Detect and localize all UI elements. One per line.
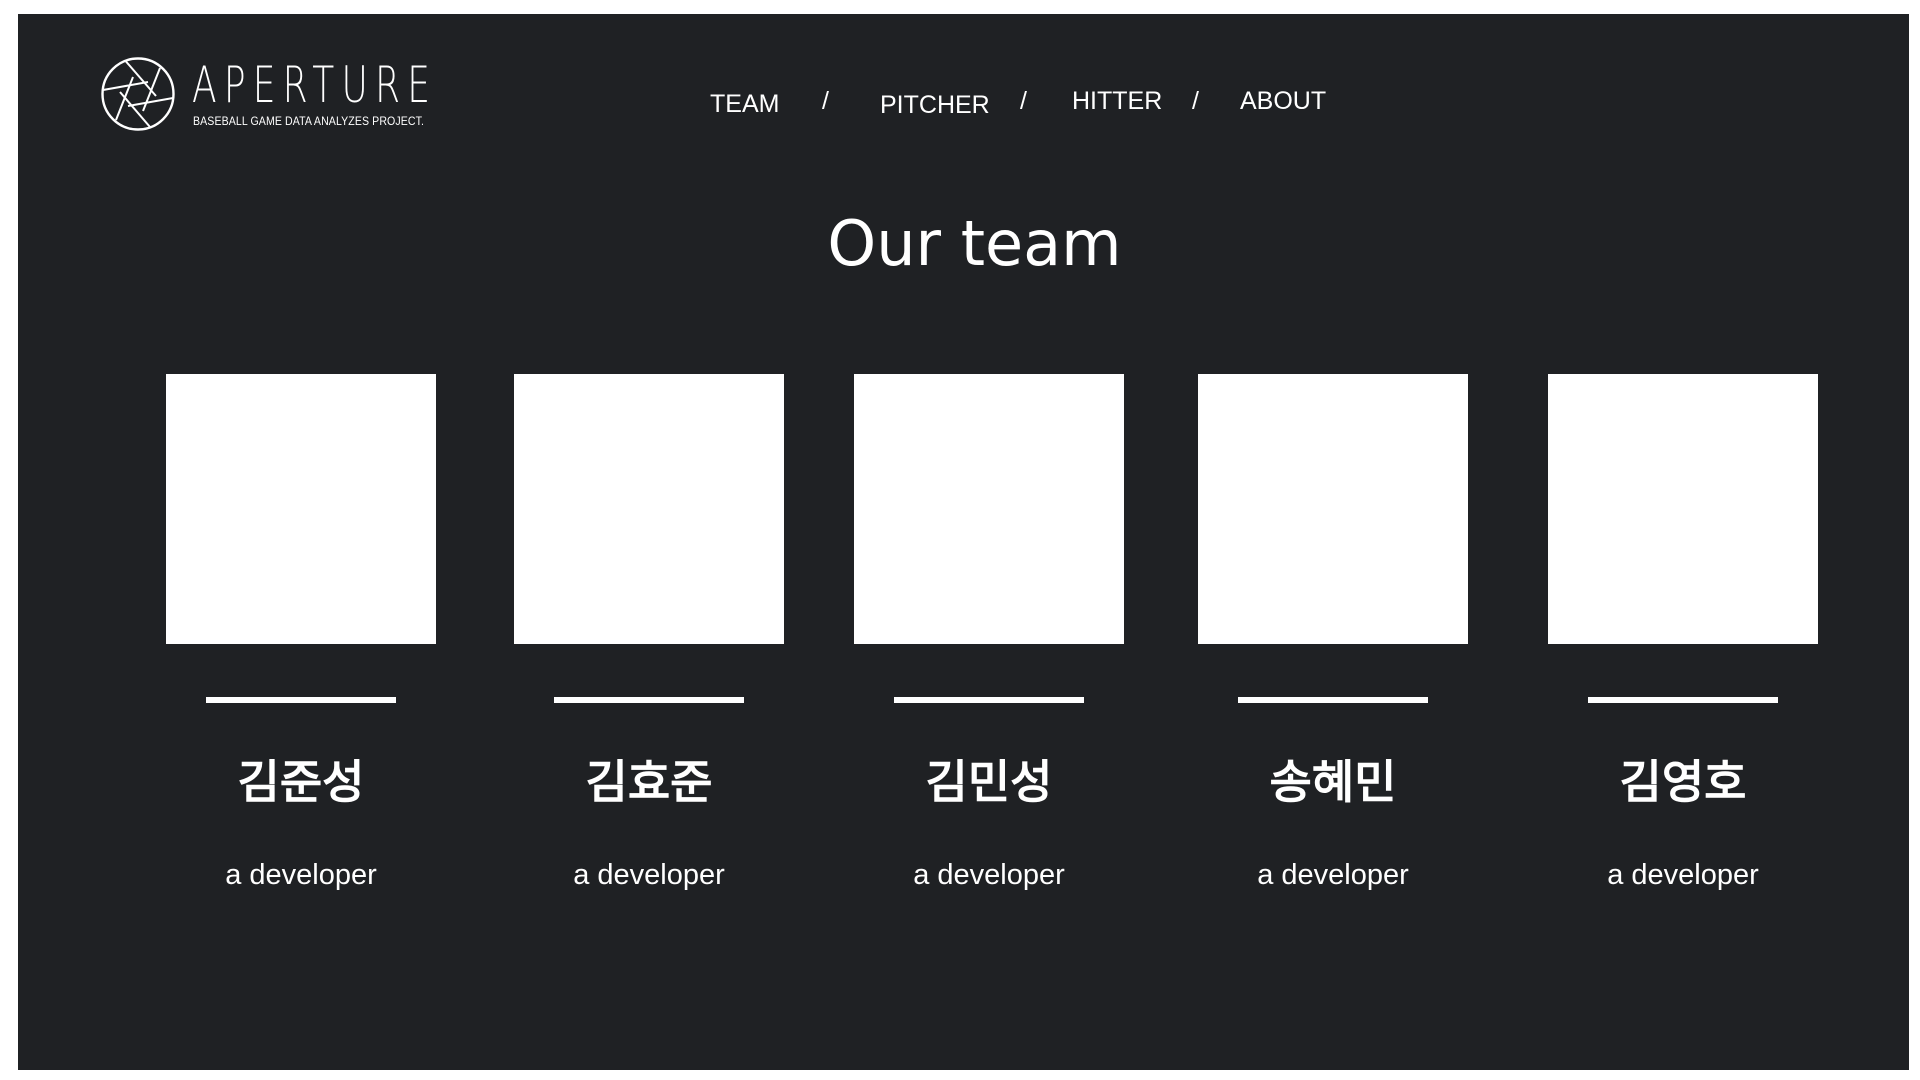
member-role: a developer bbox=[1607, 859, 1759, 891]
member-role: a developer bbox=[573, 859, 725, 891]
nav-hitter[interactable]: HITTER bbox=[1072, 86, 1162, 116]
team-member-card: 김영호 a developer bbox=[1548, 374, 1818, 934]
member-divider bbox=[894, 697, 1084, 703]
member-photo bbox=[1548, 374, 1818, 644]
team-member-card: 김준성 a developer bbox=[166, 374, 436, 934]
member-name: 송혜민 bbox=[1269, 755, 1397, 809]
nav-separator: / bbox=[1020, 87, 1027, 115]
member-photo bbox=[514, 374, 784, 644]
team-member-card: 김효준 a developer bbox=[514, 374, 784, 934]
brand-name: APERTURE bbox=[192, 56, 438, 114]
member-photo bbox=[1198, 374, 1468, 644]
nav-separator: / bbox=[1192, 87, 1199, 115]
team-member-card: 김민성 a developer bbox=[854, 374, 1124, 934]
aperture-icon bbox=[101, 57, 175, 131]
member-divider bbox=[554, 697, 744, 703]
member-name: 김효준 bbox=[585, 755, 713, 809]
member-name: 김민성 bbox=[925, 755, 1053, 809]
member-divider bbox=[1238, 697, 1428, 703]
page-title: Our team bbox=[827, 207, 1122, 280]
member-name: 김영호 bbox=[1619, 755, 1747, 809]
member-role: a developer bbox=[913, 859, 1065, 891]
member-role: a developer bbox=[1257, 859, 1409, 891]
member-name: 김준성 bbox=[237, 755, 365, 809]
brand-logo[interactable]: APERTURE BASEBALL GAME DATA ANALYZES PRO… bbox=[100, 54, 460, 134]
nav-separator: / bbox=[822, 87, 829, 115]
member-divider bbox=[206, 697, 396, 703]
nav-team[interactable]: TEAM bbox=[710, 89, 779, 119]
member-role: a developer bbox=[225, 859, 377, 891]
nav-pitcher[interactable]: PITCHER bbox=[880, 90, 990, 120]
team-member-card: 송혜민 a developer bbox=[1198, 374, 1468, 934]
page-container: APERTURE BASEBALL GAME DATA ANALYZES PRO… bbox=[18, 14, 1909, 1070]
member-photo bbox=[166, 374, 436, 644]
nav-about[interactable]: ABOUT bbox=[1240, 86, 1326, 116]
brand-tagline: BASEBALL GAME DATA ANALYZES PROJECT. bbox=[193, 116, 425, 128]
member-photo bbox=[854, 374, 1124, 644]
member-divider bbox=[1588, 697, 1778, 703]
